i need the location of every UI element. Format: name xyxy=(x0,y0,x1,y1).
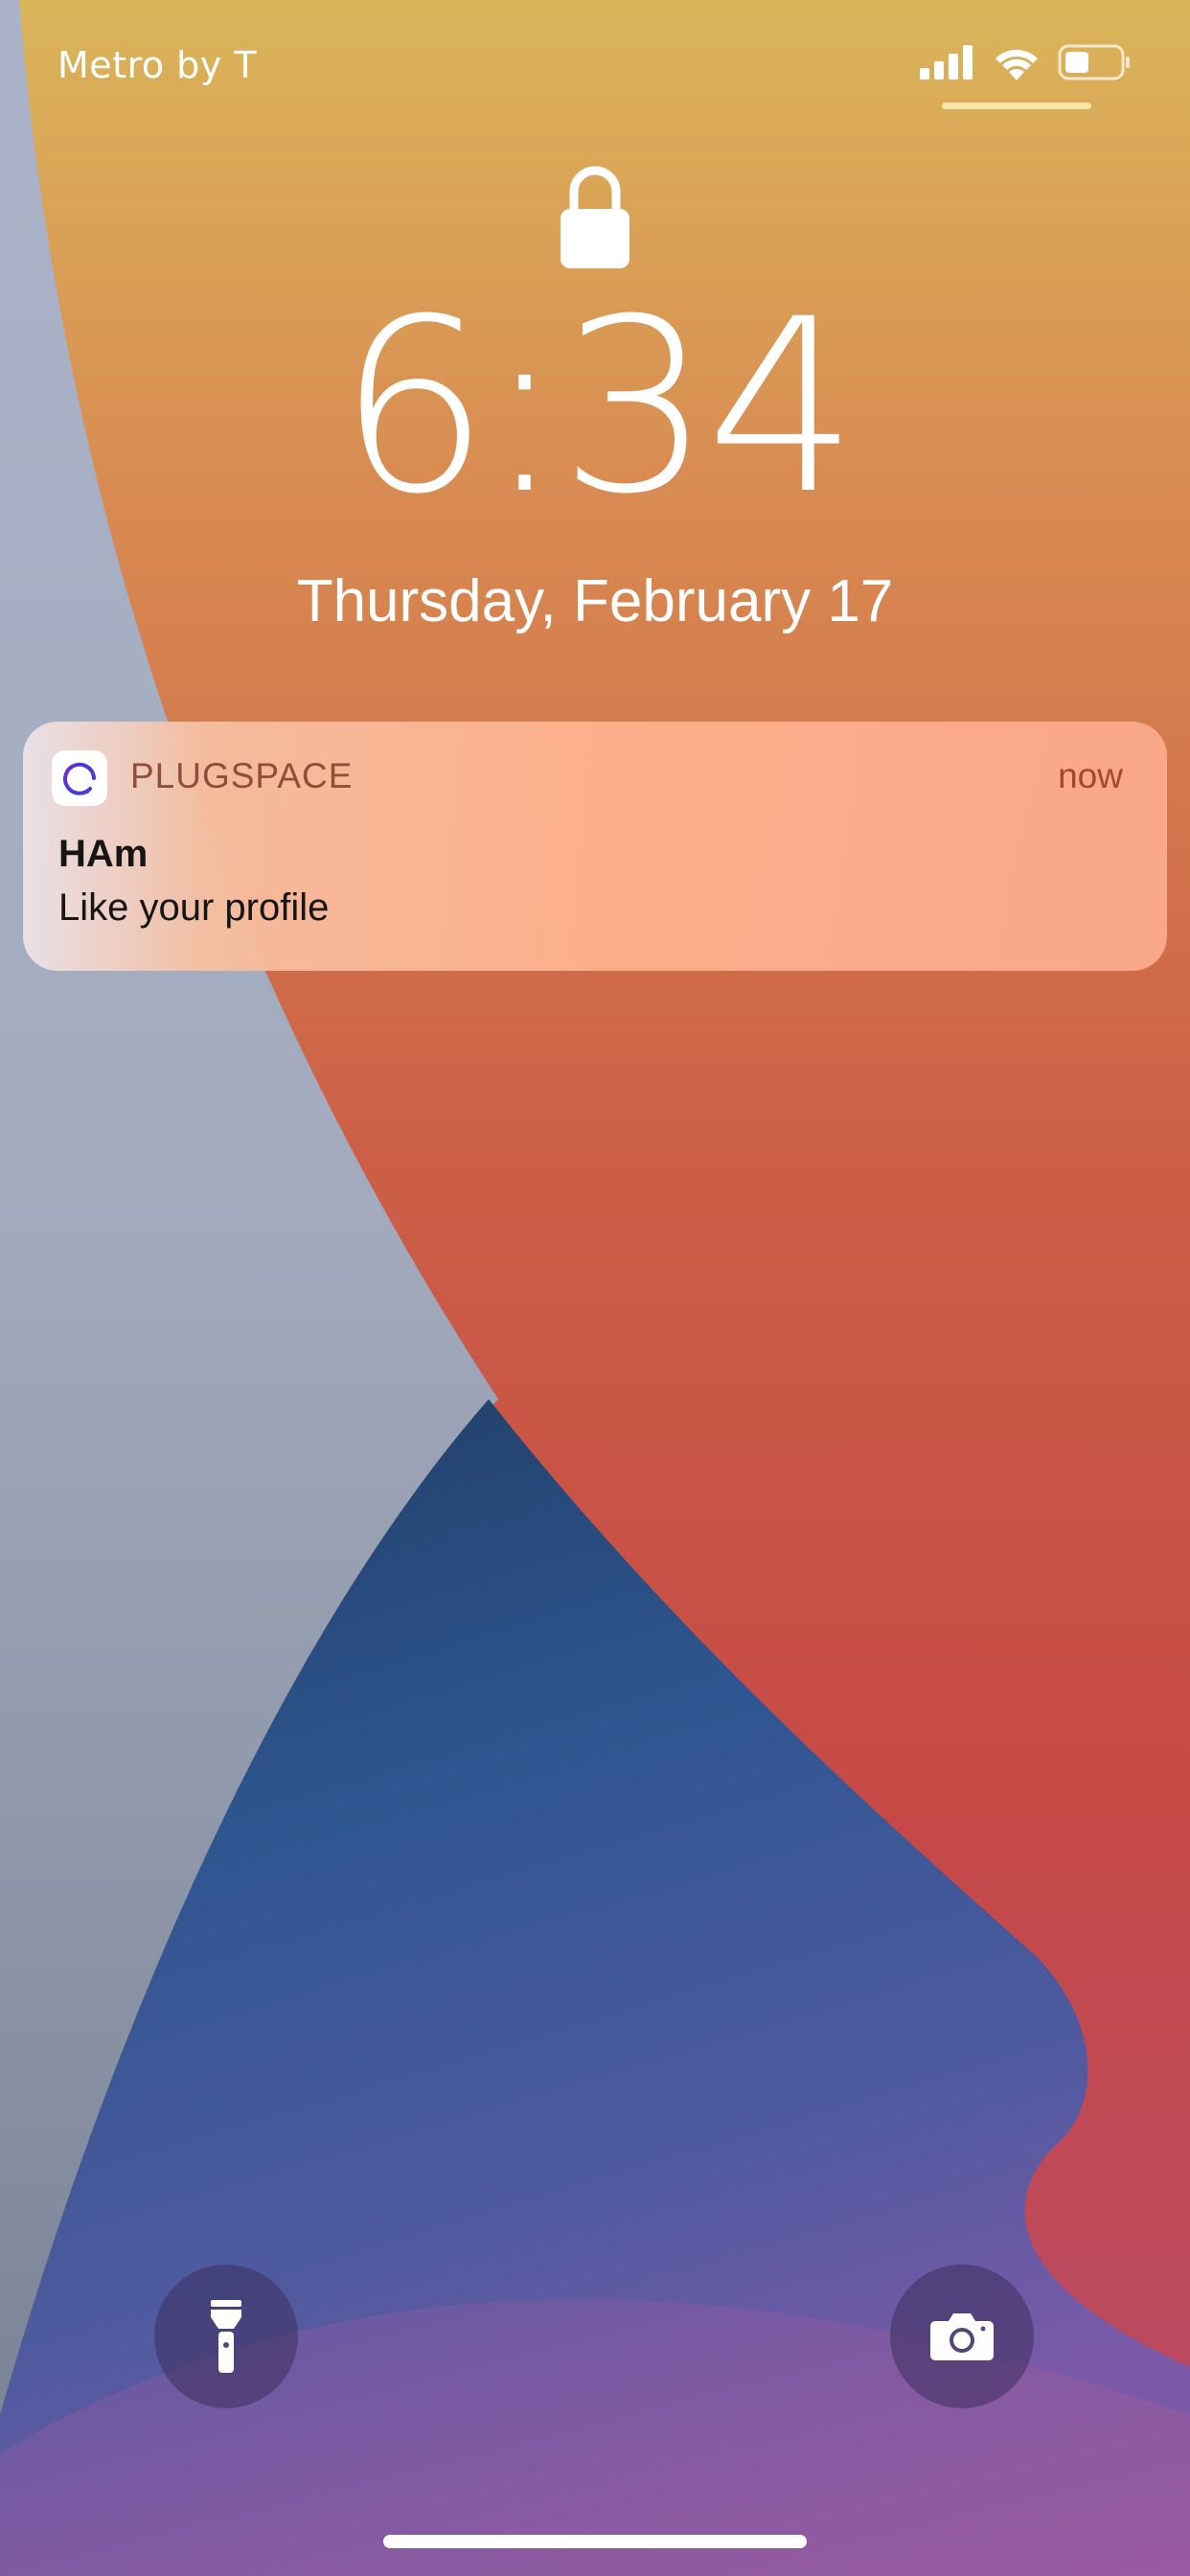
camera-icon xyxy=(930,2313,994,2360)
cellular-signal-icon xyxy=(920,45,973,80)
status-indicator-bar xyxy=(942,103,1091,109)
lock-icon xyxy=(561,166,629,268)
notification-body: Like your profile xyxy=(58,886,330,929)
camera-button[interactable] xyxy=(890,2265,1034,2408)
wifi-icon xyxy=(995,49,1038,80)
clock-time: 6:34 xyxy=(337,267,858,546)
flashlight-button[interactable] xyxy=(154,2265,298,2408)
lock-screen: Metro by T 6:34 Thursday, February 17 PL… xyxy=(0,0,1190,2576)
flashlight-icon xyxy=(211,2300,241,2373)
battery-icon xyxy=(1058,44,1130,80)
notification-card[interactable]: PLUGSPACE now HAm Like your profile xyxy=(23,722,1167,971)
notification-app-name: PLUGSPACE xyxy=(130,756,354,795)
carrier-name: Metro by T xyxy=(57,44,258,86)
clock-date: Thursday, February 17 xyxy=(296,568,894,634)
notification-time: now xyxy=(1058,756,1123,795)
plugspace-app-icon xyxy=(52,750,107,806)
notification-title: HAm xyxy=(58,833,149,875)
status-icons xyxy=(920,44,1133,80)
home-indicator[interactable] xyxy=(383,2535,807,2548)
